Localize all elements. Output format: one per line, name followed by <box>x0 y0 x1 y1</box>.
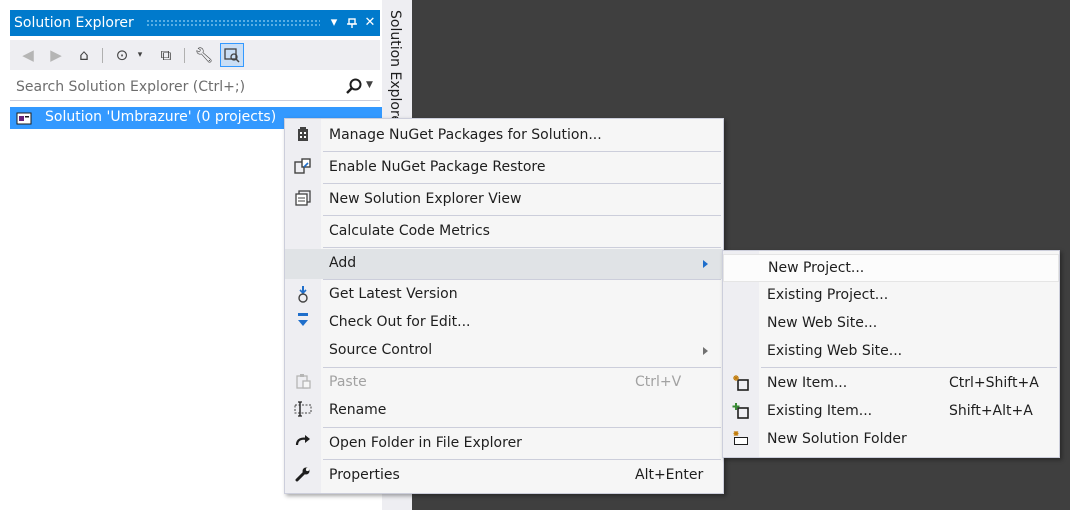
menu-item-shortcut: Alt+Enter <box>635 467 704 483</box>
close-icon[interactable]: ✕ <box>362 14 378 32</box>
menu-separator <box>323 427 721 428</box>
submenu-arrow-icon <box>703 347 708 355</box>
get-latest-icon <box>293 285 313 305</box>
menu-item-enable-nuget-restore[interactable]: Enable NuGet Package Restore <box>285 153 723 183</box>
menu-item-paste[interactable]: Paste Ctrl+V <box>285 369 723 397</box>
menu-item-label: Rename <box>329 402 387 418</box>
menu-item-label: Existing Project... <box>767 287 889 303</box>
menu-item-label: New Web Site... <box>767 315 878 331</box>
forward-icon[interactable]: ▶ <box>44 43 68 67</box>
search-box: ▼ <box>10 74 380 101</box>
menu-item-label: Source Control <box>329 342 433 358</box>
menu-item-label: Add <box>329 255 357 271</box>
menu-item-check-out-for-edit[interactable]: Check Out for Edit... <box>285 309 723 337</box>
menu-separator <box>323 279 721 280</box>
submenu-item-existing-item[interactable]: Existing Item... Shift+Alt+A <box>723 398 1059 426</box>
paste-icon <box>293 373 313 393</box>
submenu-item-new-web-site[interactable]: New Web Site... <box>723 310 1059 338</box>
package-restore-icon <box>293 158 313 178</box>
submenu-item-new-solution-folder[interactable]: New Solution Folder <box>723 426 1059 454</box>
pending-changes-dropdown-icon[interactable]: ▾ <box>134 43 146 67</box>
collapse-all-icon[interactable]: ⧉ <box>154 43 178 67</box>
menu-item-shortcut: Ctrl+Shift+A <box>949 375 1039 391</box>
add-submenu: New Project... Existing Project... New W… <box>722 250 1060 458</box>
menu-separator <box>323 459 721 460</box>
menu-item-label: New Item... <box>767 375 848 391</box>
menu-item-source-control[interactable]: Source Control <box>285 337 723 365</box>
nuget-icon <box>293 126 313 146</box>
menu-item-label: Existing Web Site... <box>767 343 903 359</box>
new-view-icon <box>293 190 313 210</box>
submenu-item-new-project[interactable]: New Project... <box>723 254 1059 282</box>
search-icon[interactable] <box>344 77 364 97</box>
menu-item-rename[interactable]: Rename <box>285 397 723 425</box>
submenu-arrow-icon <box>703 260 708 268</box>
menu-item-properties[interactable]: Properties Alt+Enter <box>285 461 723 491</box>
side-tab-label: Solution Explorer <box>387 10 403 122</box>
dropdown-icon[interactable]: ▾ <box>326 14 342 32</box>
menu-item-label: Get Latest Version <box>329 286 458 302</box>
menu-item-calculate-code-metrics[interactable]: Calculate Code Metrics <box>285 217 723 247</box>
search-options-dropdown-icon[interactable]: ▼ <box>366 80 373 90</box>
solution-explorer-toolbar: ◀ ▶ ⌂ ⊙ ▾ ⧉ 🔧︎ <box>10 40 380 70</box>
pending-changes-icon[interactable]: ⊙ <box>110 43 134 67</box>
menu-separator <box>323 215 721 216</box>
home-icon[interactable]: ⌂ <box>72 43 96 67</box>
back-icon[interactable]: ◀ <box>16 43 40 67</box>
solution-explorer-titlebar[interactable]: Solution Explorer ▾ ✕ <box>10 10 380 36</box>
menu-item-shortcut: Shift+Alt+A <box>949 403 1033 419</box>
toolbar-separator <box>102 48 103 63</box>
menu-separator <box>323 183 721 184</box>
menu-item-new-solution-explorer-view[interactable]: New Solution Explorer View <box>285 185 723 215</box>
properties-icon[interactable]: 🔧︎ <box>192 43 216 67</box>
new-folder-icon <box>731 430 751 450</box>
context-menu: Manage NuGet Packages for Solution... En… <box>284 118 724 494</box>
menu-item-label: Existing Item... <box>767 403 873 419</box>
solution-icon <box>16 112 32 125</box>
tree-item-label: Solution 'Umbrazure' (0 projects) <box>45 109 277 125</box>
menu-separator <box>761 367 1057 368</box>
menu-item-label: Manage NuGet Packages for Solution... <box>329 127 602 143</box>
pin-icon[interactable] <box>344 14 360 32</box>
menu-item-add[interactable]: Add <box>285 249 723 279</box>
menu-item-label: Check Out for Edit... <box>329 314 471 330</box>
check-out-icon <box>293 312 313 332</box>
toolbar-separator <box>184 48 185 63</box>
search-input[interactable] <box>10 74 336 100</box>
submenu-item-existing-project[interactable]: Existing Project... <box>723 282 1059 310</box>
menu-item-get-latest-version[interactable]: Get Latest Version <box>285 281 723 309</box>
preview-icon[interactable] <box>220 43 244 67</box>
menu-item-label: Open Folder in File Explorer <box>329 435 522 451</box>
menu-separator <box>323 367 721 368</box>
existing-item-icon <box>731 402 751 422</box>
wrench-icon <box>293 466 313 486</box>
panel-title: Solution Explorer <box>14 15 134 31</box>
menu-item-manage-nuget[interactable]: Manage NuGet Packages for Solution... <box>285 121 723 151</box>
menu-item-shortcut: Ctrl+V <box>635 374 682 390</box>
menu-item-label: Paste <box>329 374 367 390</box>
menu-separator <box>323 151 721 152</box>
menu-item-label: Properties <box>329 467 400 483</box>
drag-grip[interactable] <box>146 19 320 27</box>
menu-item-label: New Solution Folder <box>767 431 907 447</box>
menu-item-label: Calculate Code Metrics <box>329 223 490 239</box>
submenu-item-existing-web-site[interactable]: Existing Web Site... <box>723 338 1059 366</box>
rename-icon <box>293 401 313 421</box>
open-folder-icon <box>293 434 313 454</box>
submenu-item-new-item[interactable]: New Item... Ctrl+Shift+A <box>723 370 1059 398</box>
menu-item-open-folder-in-file-explorer[interactable]: Open Folder in File Explorer <box>285 429 723 459</box>
new-item-icon <box>731 374 751 394</box>
menu-separator <box>323 247 721 248</box>
menu-item-label: New Project... <box>768 260 865 276</box>
menu-item-label: New Solution Explorer View <box>329 191 522 207</box>
menu-item-label: Enable NuGet Package Restore <box>329 159 546 175</box>
